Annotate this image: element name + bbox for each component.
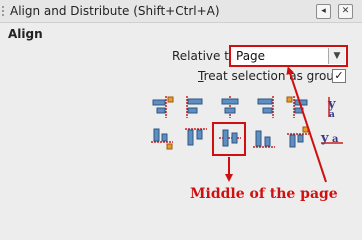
drag-grip-icon[interactable] [2, 6, 10, 16]
svg-text:y: y [320, 131, 329, 146]
center-on-vertical-axis-icon [221, 96, 239, 118]
align-left-edge-to-right-anchor-icon [286, 96, 308, 118]
section-title: Align [8, 27, 43, 41]
annotation-text: Middle of the page [190, 186, 338, 202]
treat-selection-checkbox[interactable]: ✓ [332, 69, 346, 83]
align-top-edge-to-bottom-anchor-icon [287, 126, 309, 148]
align-bottom-edge-to-top-anchor-icon [151, 128, 173, 150]
highlight-box [212, 122, 246, 156]
close-icon[interactable]: ✕ [338, 4, 353, 19]
align-bottom-edge-to-top-anchor-button[interactable] [150, 126, 174, 150]
align-bottom-edges-button[interactable] [252, 126, 276, 150]
svg-text:a: a [329, 110, 335, 119]
align-top-edges-icon [185, 128, 207, 146]
align-baseline-vertical-button[interactable]: y a [320, 95, 344, 119]
align-left-edges-button[interactable] [184, 95, 208, 119]
align-top-edge-to-bottom-anchor-button[interactable] [286, 126, 310, 150]
window-title: Align and Distribute (Shift+Ctrl+A) [10, 4, 220, 18]
align-right-edge-to-left-anchor-icon [152, 96, 174, 118]
align-left-edges-icon [186, 96, 203, 118]
relative-to-select[interactable]: Page ▼ [229, 45, 348, 67]
align-baseline-text-horizontal-icon: y a [320, 131, 343, 146]
window-titlebar: Align and Distribute (Shift+Ctrl+A) ◂ ✕ [0, 0, 362, 23]
chevron-down-icon[interactable]: ▼ [328, 48, 345, 64]
align-baseline-text-vertical-icon: y a [327, 97, 336, 119]
align-bottom-edges-icon [253, 130, 275, 148]
align-right-edges-button[interactable] [252, 95, 276, 119]
svg-text:a: a [332, 134, 339, 145]
dock-icon[interactable]: ◂ [316, 4, 331, 19]
align-baseline-horizontal-button[interactable]: y a [320, 126, 344, 150]
align-right-edges-icon [257, 96, 274, 118]
center-on-vertical-axis-button[interactable] [218, 95, 242, 119]
treat-selection-label: Treat selection as group: [198, 69, 346, 83]
align-left-edge-to-right-anchor-button[interactable] [286, 95, 310, 119]
align-right-edge-to-left-anchor-button[interactable] [150, 95, 174, 119]
align-top-edges-button[interactable] [184, 126, 208, 150]
relative-to-value: Page [236, 49, 266, 63]
treat-selection-label-rest: reat selection as group: [203, 69, 346, 83]
